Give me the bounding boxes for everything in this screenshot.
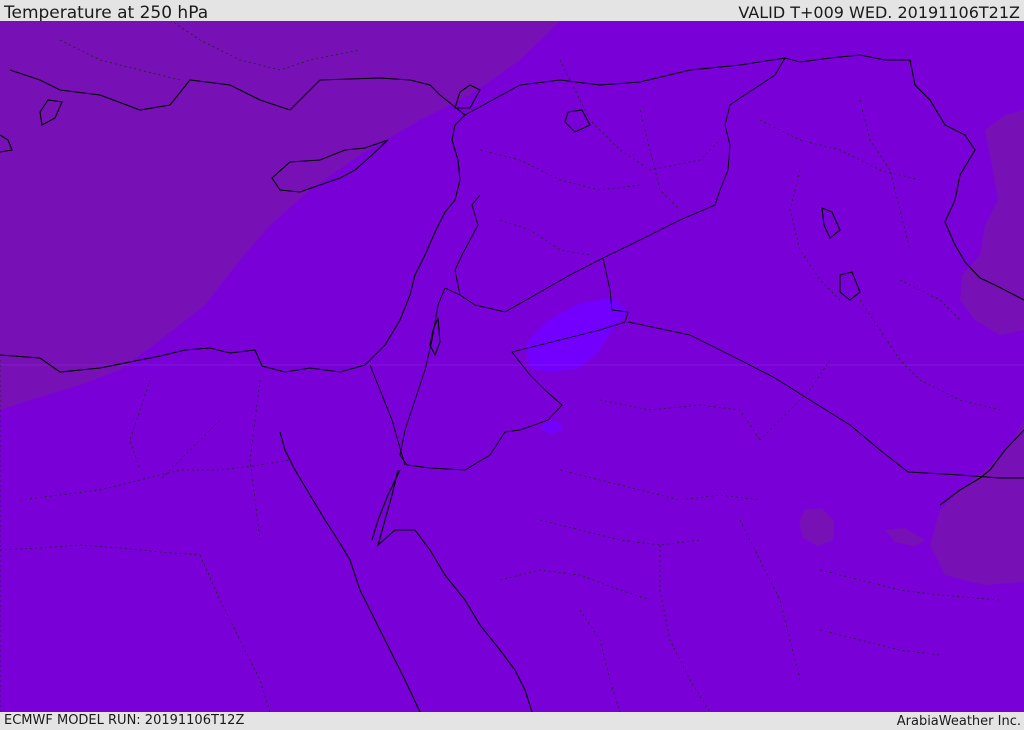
footer-bar: ECMWF MODEL RUN: 20191106T12Z ArabiaWeat… [0, 712, 1024, 729]
map-title: Temperature at 250 hPa [4, 3, 209, 23]
credit-label: ArabiaWeather Inc. [896, 714, 1021, 729]
model-run-label: ECMWF MODEL RUN: 20191106T12Z [4, 713, 245, 728]
valid-time: VALID T+009 WED. 20191106T21Z [738, 3, 1020, 22]
map-canvas [0, 21, 1024, 712]
warm-spot-small [542, 421, 562, 433]
header-bar: Temperature at 250 hPa VALID T+009 WED. … [0, 0, 1024, 23]
weather-map[interactable] [0, 21, 1024, 712]
